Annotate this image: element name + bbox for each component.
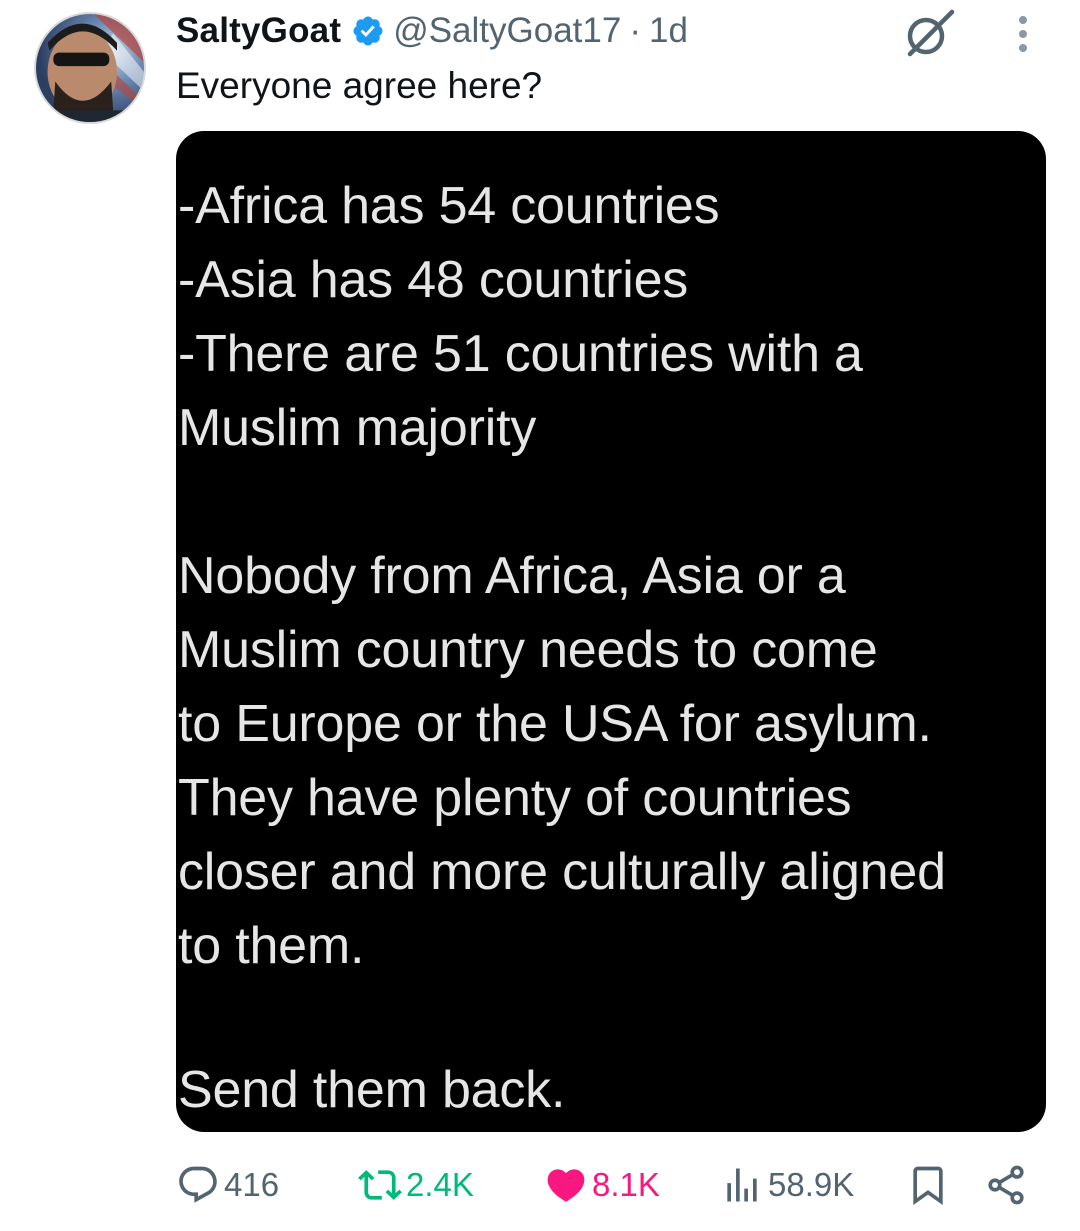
media-line: to them. <box>178 917 365 975</box>
reply-icon <box>176 1163 220 1207</box>
like-count: 8.1K <box>592 1166 660 1203</box>
heart-icon <box>544 1163 588 1207</box>
media-line: Send them back. <box>178 1061 566 1119</box>
reply-button[interactable]: 416 <box>176 1158 279 1212</box>
media-line: -Africa has 54 countries <box>178 177 720 235</box>
header-separator: · <box>629 11 641 50</box>
repost-button[interactable]: 2.4K <box>358 1158 474 1212</box>
author-avatar[interactable] <box>34 12 146 124</box>
repost-count: 2.4K <box>406 1166 474 1203</box>
views-icon <box>720 1163 764 1207</box>
like-button[interactable]: 8.1K <box>544 1158 660 1212</box>
media-line: closer and more culturally aligned <box>178 843 946 901</box>
bookmark-button[interactable] <box>906 1158 950 1212</box>
views-button[interactable]: 58.9K <box>720 1158 854 1212</box>
more-icon[interactable] <box>1008 10 1038 56</box>
share-icon <box>984 1163 1028 1207</box>
tweet-actions-bar: 416 2.4K 8.1K 58.9K <box>0 1158 1080 1212</box>
author-handle[interactable]: @SaltyGoat17 <box>393 11 621 51</box>
reply-count: 416 <box>224 1166 280 1203</box>
author-display-name[interactable]: SaltyGoat <box>176 11 341 51</box>
media-line: Muslim country needs to come <box>178 621 878 679</box>
tweet-media-image[interactable]: -Africa has 54 countries -Asia has 48 co… <box>176 131 1046 1132</box>
repost-icon <box>358 1163 402 1207</box>
grok-icon[interactable] <box>900 8 956 58</box>
media-line: -There are 51 countries with a <box>178 325 863 383</box>
media-line: -Asia has 48 countries <box>178 251 689 309</box>
media-line: They have plenty of countries <box>178 769 852 827</box>
verified-badge-icon[interactable] <box>351 14 385 48</box>
media-line: Nobody from Africa, Asia or a <box>178 547 846 605</box>
tweet-text: Everyone agree here? <box>176 65 543 106</box>
media-line: to Europe or the USA for asylum. <box>178 695 932 753</box>
views-count: 58.9K <box>768 1166 855 1203</box>
media-image-text: -Africa has 54 countries -Asia has 48 co… <box>178 169 1046 1127</box>
media-line: Muslim majority <box>178 399 537 457</box>
tweet-header: SaltyGoat @SaltyGoat17 · 1d <box>176 6 688 56</box>
bookmark-icon <box>906 1163 950 1207</box>
share-button[interactable] <box>984 1158 1028 1212</box>
tweet-timestamp[interactable]: 1d <box>649 11 688 51</box>
